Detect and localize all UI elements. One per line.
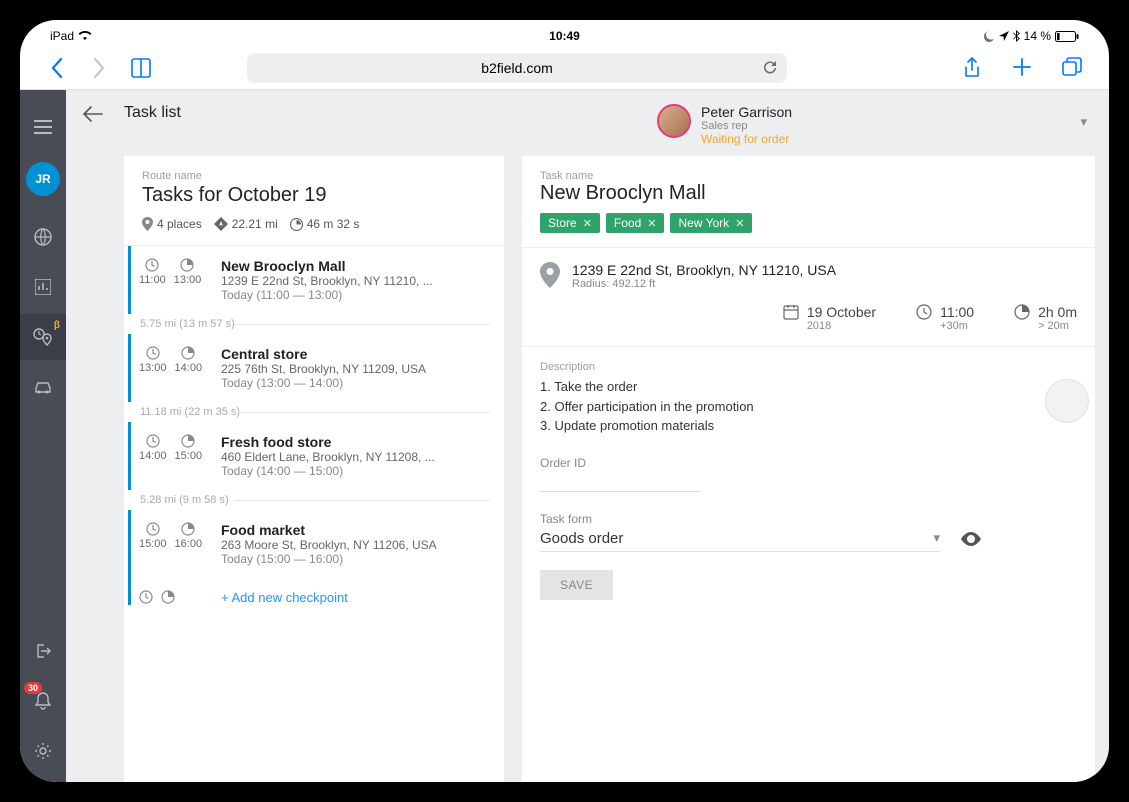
- task-form-select[interactable]: Goods order ▾: [540, 526, 940, 552]
- task-detail-panel: Task name New Brooclyn Mall Store✕ Food✕…: [522, 156, 1095, 782]
- bluetooth-icon: [1013, 30, 1020, 42]
- chevron-down-icon: ▾: [933, 530, 940, 546]
- assignee-avatar: [657, 104, 691, 138]
- globe-icon[interactable]: [20, 214, 66, 260]
- order-id-input[interactable]: [540, 470, 700, 492]
- task-item[interactable]: 13:00 14:00 Central store 225 76th St, B…: [128, 334, 504, 402]
- save-button[interactable]: SAVE: [540, 570, 613, 600]
- page-title: Task list: [124, 104, 181, 122]
- route-title: Tasks for October 19: [142, 184, 486, 207]
- bookmarks-button[interactable]: [126, 58, 156, 78]
- workspace: Task list Peter Garrison Sales rep Waiti…: [66, 90, 1109, 782]
- task-window: Today (15:00 — 16:00): [221, 552, 488, 566]
- close-icon[interactable]: ✕: [735, 217, 744, 230]
- gear-icon[interactable]: [20, 728, 66, 774]
- side-rail: JR β 30: [20, 90, 66, 782]
- menu-icon[interactable]: [20, 104, 66, 150]
- workspace-header: Task list Peter Garrison Sales rep Waiti…: [66, 90, 1109, 156]
- user-avatar[interactable]: JR: [26, 162, 60, 196]
- ios-status-bar: iPad 10:49 14 %: [20, 26, 1109, 46]
- url-text: b2field.com: [481, 60, 553, 76]
- add-checkpoint-link[interactable]: + Add new checkpoint: [221, 590, 348, 605]
- task-window: Today (13:00 — 14:00): [221, 376, 488, 390]
- chart-icon[interactable]: [20, 264, 66, 310]
- task-address: 225 76th St, Brooklyn, NY 11209, USA: [221, 362, 488, 376]
- ipad-home-button[interactable]: [1045, 379, 1089, 423]
- device-label: iPad: [50, 29, 74, 43]
- date-info: 19 October2018: [783, 304, 876, 332]
- distance-divider: 11.18 mi (22 m 35 s): [124, 402, 504, 422]
- chevron-down-icon: ▾: [1080, 114, 1087, 130]
- bell-icon[interactable]: 30: [20, 678, 66, 724]
- task-item[interactable]: 15:00 16:00 Food market 263 Moore St, Br…: [128, 510, 504, 578]
- beta-mark: β: [54, 320, 60, 331]
- reload-icon[interactable]: [762, 60, 777, 76]
- description-label: Description: [540, 361, 1077, 373]
- tag[interactable]: Food✕: [606, 213, 665, 233]
- task-title: New Brooclyn Mall: [540, 182, 1077, 205]
- task-list[interactable]: 11:00 13:00 New Brooclyn Mall 1239 E 22n…: [124, 246, 504, 782]
- tag[interactable]: New York✕: [670, 213, 752, 233]
- new-tab-button[interactable]: [1007, 57, 1037, 79]
- distance-divider: 5.75 mi (13 m 57 s): [124, 314, 504, 334]
- task-radius: Radius: 492.12 ft: [572, 278, 836, 290]
- back-button[interactable]: [42, 58, 72, 78]
- order-id-label: Order ID: [540, 456, 1077, 470]
- task-item[interactable]: 11:00 13:00 New Brooclyn Mall 1239 E 22n…: [128, 246, 504, 314]
- moon-icon: [984, 31, 995, 42]
- time-info: 11:00+30m: [916, 304, 974, 332]
- assignee-role: Sales rep: [701, 120, 792, 132]
- time-location-icon[interactable]: β: [20, 314, 66, 360]
- task-address: 1239 E 22nd St, Brooklyn, NY 11210, ...: [221, 274, 488, 288]
- task-name-label: Task name: [540, 170, 1077, 182]
- wifi-icon: [78, 31, 92, 41]
- location-icon: [999, 31, 1009, 41]
- battery-icon: [1055, 31, 1079, 42]
- back-arrow-icon[interactable]: [82, 104, 106, 122]
- close-icon[interactable]: ✕: [583, 217, 592, 230]
- task-name: Fresh food store: [221, 434, 488, 450]
- task-address: 263 Moore St, Brooklyn, NY 11206, USA: [221, 538, 488, 552]
- battery-text: 14 %: [1024, 29, 1051, 43]
- duration-info: 2h 0m> 20m: [1014, 304, 1077, 332]
- car-icon[interactable]: [20, 364, 66, 410]
- close-icon[interactable]: ✕: [647, 217, 656, 230]
- tag[interactable]: Store✕: [540, 213, 600, 233]
- task-window: Today (11:00 — 13:00): [221, 288, 488, 302]
- description-text: 1. Take the order 2. Offer participation…: [540, 377, 1077, 436]
- route-panel: Route name Tasks for October 19 4 places…: [124, 156, 504, 782]
- route-label: Route name: [142, 170, 486, 182]
- assignee-name: Peter Garrison: [701, 104, 792, 120]
- assignee-selector[interactable]: Peter Garrison Sales rep Waiting for ord…: [657, 104, 1087, 146]
- logout-icon[interactable]: [20, 628, 66, 674]
- task-address: 460 Eldert Lane, Brooklyn, NY 11208, ...: [221, 450, 488, 464]
- clock: 10:49: [549, 29, 580, 43]
- task-window: Today (14:00 — 15:00): [221, 464, 488, 478]
- task-item[interactable]: 14:00 15:00 Fresh food store 460 Eldert …: [128, 422, 504, 490]
- task-name: New Brooclyn Mall: [221, 258, 488, 274]
- ipad-frame: iPad 10:49 14 %: [20, 20, 1109, 782]
- task-address: 1239 E 22nd St, Brooklyn, NY 11210, USA: [572, 262, 836, 278]
- distance-divider: 5.28 mi (9 m 58 s): [124, 490, 504, 510]
- tabs-button[interactable]: [1057, 57, 1087, 79]
- app-viewport: JR β 30: [20, 90, 1109, 782]
- task-form-label: Task form: [540, 512, 1077, 526]
- share-button[interactable]: [957, 57, 987, 79]
- pin-icon: [540, 262, 560, 290]
- tag-list: Store✕ Food✕ New York✕: [540, 213, 1077, 233]
- route-stats: 4 places 22.21 mi 46 m 32 s: [142, 217, 486, 231]
- forward-button: [84, 58, 114, 78]
- safari-toolbar: b2field.com: [20, 46, 1109, 90]
- notification-badge: 30: [24, 682, 42, 694]
- assignee-status: Waiting for order: [701, 132, 792, 146]
- eye-icon[interactable]: [960, 532, 982, 546]
- task-name: Central store: [221, 346, 488, 362]
- url-bar[interactable]: b2field.com: [247, 53, 787, 83]
- task-name: Food market: [221, 522, 488, 538]
